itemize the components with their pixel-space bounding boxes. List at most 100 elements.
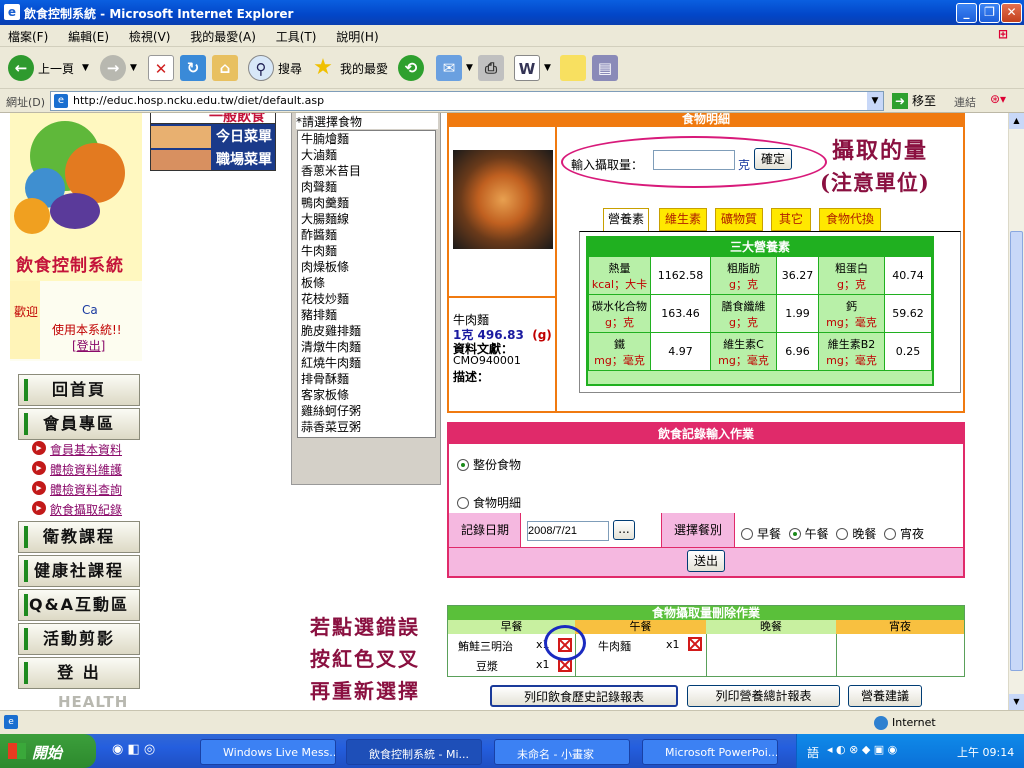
link-checkup-query[interactable]: 體檢資料查詢	[32, 481, 122, 498]
food-list-item[interactable]: 肉聲麵	[298, 179, 435, 195]
menu-help[interactable]: 說明(H)	[328, 25, 386, 45]
logout-link[interactable]: [登出]	[72, 337, 105, 354]
mail-button[interactable]: ✉ ▼	[436, 53, 473, 83]
task-messenger[interactable]: Windows Live Mess...	[200, 739, 336, 765]
radio-dinner[interactable]	[836, 528, 849, 540]
menu-view[interactable]: 檢視(V)	[121, 25, 179, 45]
food-list-item[interactable]: 鴨肉羹麵	[298, 195, 435, 211]
scroll-thumb[interactable]	[1010, 231, 1023, 671]
banner-general[interactable]: 一般飲食	[151, 113, 275, 125]
search-button[interactable]: ⚲ 搜尋	[248, 53, 302, 83]
quicklaunch-icons[interactable]: ◉ ◧ ◎	[112, 742, 155, 757]
history-button[interactable]: ⟲	[398, 53, 428, 83]
ime-indicator[interactable]: 語	[807, 744, 819, 761]
radio-lunch[interactable]	[788, 528, 801, 540]
radio-whole-food[interactable]	[457, 459, 469, 471]
food-list-item[interactable]: 花枝炒麵	[298, 291, 435, 307]
tab-exchange[interactable]: 食物代換	[819, 208, 881, 231]
link-member-info[interactable]: 會員基本資料	[32, 441, 122, 458]
address-input[interactable]: e http://educ.hosp.ncku.edu.tw/diet/defa…	[50, 91, 884, 111]
tab-nutrients[interactable]: 營養素	[603, 208, 649, 231]
print-summary-button[interactable]: 列印營養總計報表	[687, 685, 840, 707]
go-button[interactable]: ➜ 移至	[892, 92, 936, 109]
stop-button[interactable]: ✕	[148, 53, 178, 83]
nav-logout[interactable]: 登 出	[18, 657, 140, 689]
tray-icons[interactable]: ◂ ◐ ⊗ ◆ ▣ ◉	[827, 743, 897, 756]
menu-edit[interactable]: 編輯(E)	[60, 25, 117, 45]
nav-member[interactable]: 會員專區	[18, 408, 140, 440]
menu-tools[interactable]: 工具(T)	[268, 25, 325, 45]
menu-favorites[interactable]: 我的最愛(A)	[182, 25, 264, 45]
forward-button[interactable]: → ▼	[100, 53, 137, 83]
nutrient-grid: 熱量 kcal；大卡 1162.58 粗脂肪 g；克 36.27 粗蛋白 g；克 40.74 碳水…	[588, 256, 932, 371]
food-list-item[interactable]: 大滷麵	[298, 147, 435, 163]
scroll-up-icon[interactable]: ▲	[1009, 113, 1024, 129]
links-label[interactable]: 連結	[954, 94, 976, 110]
submit-button[interactable]: 送出	[687, 550, 725, 572]
menu-file[interactable]: 檔案(F)	[0, 25, 56, 45]
restore-button[interactable]: ❐	[979, 3, 1000, 23]
address-dropdown-icon[interactable]: ▼	[867, 92, 883, 110]
food-list-item[interactable]: 酢醬麵	[298, 227, 435, 243]
page-status-icon: e	[4, 715, 18, 729]
close-button[interactable]: ✕	[1001, 3, 1022, 23]
food-list-item[interactable]: 香蔥米苔目	[298, 163, 435, 179]
edit-button[interactable]: W ▼	[514, 53, 551, 83]
food-list-item[interactable]: 蒜香菜豆粥	[298, 419, 435, 435]
food-list-item[interactable]: 紅燒牛肉麵	[298, 355, 435, 371]
tab-minerals[interactable]: 礦物質	[715, 208, 763, 231]
link-checkup-maintain[interactable]: 體檢資料維護	[32, 461, 122, 478]
food-list-item[interactable]: 肉燥板條	[298, 259, 435, 275]
scroll-down-icon[interactable]: ▼	[1009, 694, 1024, 710]
food-list-item[interactable]: 排骨酥麵	[298, 371, 435, 387]
tab-other[interactable]: 其它	[771, 208, 811, 231]
task-paint[interactable]: 未命名 - 小畫家	[494, 739, 630, 765]
radio-breakfast[interactable]	[741, 528, 753, 540]
banner-today[interactable]: 今日菜單	[213, 126, 275, 146]
minimize-button[interactable]: _	[956, 3, 977, 23]
banner-work[interactable]: 職場菜單	[213, 149, 275, 169]
vertical-scrollbar[interactable]: ▲ ▼	[1008, 113, 1024, 710]
food-list-item[interactable]: 牛肉麵	[298, 243, 435, 259]
option-whole-food[interactable]: 整份食物	[457, 456, 521, 473]
nav-health-club[interactable]: 健康社課程	[18, 555, 140, 587]
back-button[interactable]: ← 上一頁 ▼	[8, 53, 89, 83]
food-list-item[interactable]: 板條	[298, 275, 435, 291]
food-list-item[interactable]: 脆皮雞排麵	[298, 323, 435, 339]
nav-education[interactable]: 衛教課程	[18, 521, 140, 553]
home-button[interactable]: ⌂	[212, 53, 242, 83]
food-list-item[interactable]: 雞絲蚵仔粥	[298, 403, 435, 419]
food-list-item[interactable]: 大腸麵線	[298, 211, 435, 227]
nav-activities[interactable]: 活動剪影	[18, 623, 140, 655]
windows-logo-icon	[8, 743, 26, 759]
start-button[interactable]: 開始	[0, 734, 96, 768]
tab-vitamins[interactable]: 維生素	[659, 208, 707, 231]
intake-delete-panel: 食物攝取量刪除作業 早餐 午餐 晚餐 宵夜 鮪鮭三明治 x1 豆漿 x1 牛肉麵…	[447, 605, 965, 677]
task-ie[interactable]: 飲食控制系統 - Mi...	[346, 739, 482, 765]
nav-home[interactable]: 回首頁	[18, 374, 140, 406]
task-powerpoint[interactable]: Microsoft PowerPoi...	[642, 739, 778, 765]
food-list-item[interactable]: 清燉牛肉麵	[298, 339, 435, 355]
radio-food-detail[interactable]	[457, 497, 469, 509]
links-icon[interactable]: ⊛▾	[990, 92, 1006, 106]
date-picker-button[interactable]: ...	[613, 520, 635, 540]
print-history-button[interactable]: 列印飲食歷史記錄報表	[490, 685, 678, 707]
date-input[interactable]	[527, 521, 609, 541]
food-list-item[interactable]: 牛腩燴麵	[298, 131, 435, 147]
research-button[interactable]: ▤	[592, 53, 622, 83]
discuss-button[interactable]	[560, 53, 590, 83]
back-dropdown-icon[interactable]: ▼	[82, 63, 89, 73]
advice-button[interactable]: 營養建議	[848, 685, 922, 707]
refresh-button[interactable]: ↻	[180, 53, 210, 83]
link-diet-record[interactable]: 飲食攝取紀錄	[32, 501, 122, 518]
food-list[interactable]: 牛腩燴麵 大滷麵 香蔥米苔目 肉聲麵 鴨肉羹麵 大腸麵線 酢醬麵 牛肉麵 肉燥板條 板條 花枝炒麵豬…	[297, 130, 436, 438]
food-list-item[interactable]: 客家板條	[298, 387, 435, 403]
nav-qa[interactable]: Q&A互動區	[18, 589, 140, 621]
delete-lunch-item-1-icon[interactable]	[688, 637, 702, 651]
food-list-item[interactable]: 豬排麵	[298, 307, 435, 323]
print-button[interactable]: ⎙	[478, 53, 508, 83]
favorites-button[interactable]: ★ 我的最愛	[310, 53, 388, 83]
option-food-detail[interactable]: 食物明細	[457, 494, 521, 511]
radio-late-night[interactable]	[883, 528, 896, 540]
research-icon: ▤	[592, 55, 618, 81]
